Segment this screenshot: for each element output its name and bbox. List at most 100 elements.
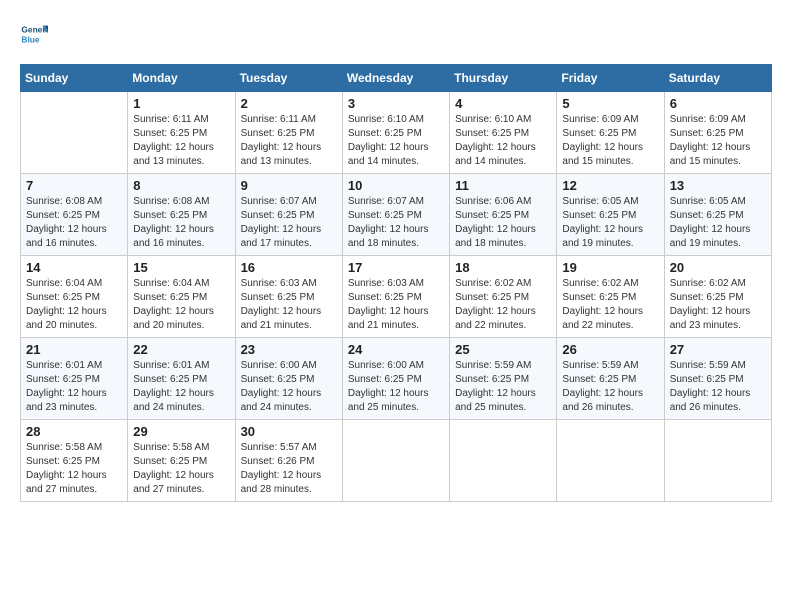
calendar-body: 1 Sunrise: 6:11 AM Sunset: 6:25 PM Daylig… bbox=[21, 92, 772, 502]
calendar-week-row: 7 Sunrise: 6:08 AM Sunset: 6:25 PM Daylig… bbox=[21, 174, 772, 256]
day-number: 13 bbox=[670, 178, 766, 193]
day-number: 6 bbox=[670, 96, 766, 111]
day-number: 14 bbox=[26, 260, 122, 275]
calendar-cell: 13 Sunrise: 6:05 AM Sunset: 6:25 PM Dayli… bbox=[664, 174, 771, 256]
weekday-header-tuesday: Tuesday bbox=[235, 65, 342, 92]
day-info: Sunrise: 6:05 AM Sunset: 6:25 PM Dayligh… bbox=[670, 195, 766, 251]
calendar-cell: 8 Sunrise: 6:08 AM Sunset: 6:25 PM Daylig… bbox=[128, 174, 235, 256]
day-number: 9 bbox=[241, 178, 337, 193]
weekday-header-friday: Friday bbox=[557, 65, 664, 92]
day-info: Sunrise: 6:08 AM Sunset: 6:25 PM Dayligh… bbox=[133, 195, 229, 251]
day-number: 10 bbox=[348, 178, 444, 193]
day-number: 27 bbox=[670, 342, 766, 357]
calendar-cell: 27 Sunrise: 5:59 AM Sunset: 6:25 PM Dayli… bbox=[664, 338, 771, 420]
day-info: Sunrise: 5:59 AM Sunset: 6:25 PM Dayligh… bbox=[670, 359, 766, 415]
day-info: Sunrise: 6:01 AM Sunset: 6:25 PM Dayligh… bbox=[133, 359, 229, 415]
day-info: Sunrise: 6:06 AM Sunset: 6:25 PM Dayligh… bbox=[455, 195, 551, 251]
day-info: Sunrise: 5:59 AM Sunset: 6:25 PM Dayligh… bbox=[562, 359, 658, 415]
calendar-cell: 5 Sunrise: 6:09 AM Sunset: 6:25 PM Daylig… bbox=[557, 92, 664, 174]
day-number: 18 bbox=[455, 260, 551, 275]
weekday-header-saturday: Saturday bbox=[664, 65, 771, 92]
day-number: 20 bbox=[670, 260, 766, 275]
calendar-cell: 6Sunrise: 6:09 AM Sunset: 6:25 PM Daylig… bbox=[664, 92, 771, 174]
weekday-header-sunday: Sunday bbox=[21, 65, 128, 92]
day-number: 21 bbox=[26, 342, 122, 357]
day-number: 28 bbox=[26, 424, 122, 439]
calendar-cell: 19Sunrise: 6:02 AM Sunset: 6:25 PM Dayli… bbox=[557, 256, 664, 338]
calendar-cell: 25 Sunrise: 5:59 AM Sunset: 6:25 PM Dayli… bbox=[450, 338, 557, 420]
calendar-cell: 28 Sunrise: 5:58 AM Sunset: 6:25 PM Dayli… bbox=[21, 420, 128, 502]
day-number: 3 bbox=[348, 96, 444, 111]
day-number: 17 bbox=[348, 260, 444, 275]
day-number: 7 bbox=[26, 178, 122, 193]
calendar-week-row: 21 Sunrise: 6:01 AM Sunset: 6:25 PM Dayli… bbox=[21, 338, 772, 420]
calendar-cell: 16 Sunrise: 6:03 AM Sunset: 6:25 PM Dayli… bbox=[235, 256, 342, 338]
day-number: 15 bbox=[133, 260, 229, 275]
day-info: Sunrise: 6:05 AM Sunset: 6:25 PM Dayligh… bbox=[562, 195, 658, 251]
calendar-cell: 20Sunrise: 6:02 AM Sunset: 6:25 PM Dayli… bbox=[664, 256, 771, 338]
day-info: Sunrise: 6:00 AM Sunset: 6:25 PM Dayligh… bbox=[241, 359, 337, 415]
day-number: 26 bbox=[562, 342, 658, 357]
calendar-cell: 22Sunrise: 6:01 AM Sunset: 6:25 PM Dayli… bbox=[128, 338, 235, 420]
calendar-cell: 18 Sunrise: 6:02 AM Sunset: 6:25 PM Dayli… bbox=[450, 256, 557, 338]
calendar-table: SundayMondayTuesdayWednesdayThursdayFrid… bbox=[20, 64, 772, 502]
calendar-week-row: 14 Sunrise: 6:04 AM Sunset: 6:25 PM Dayli… bbox=[21, 256, 772, 338]
calendar-cell: 2Sunrise: 6:11 AM Sunset: 6:25 PM Daylig… bbox=[235, 92, 342, 174]
calendar-cell: 17 Sunrise: 6:03 AM Sunset: 6:25 PM Dayli… bbox=[342, 256, 449, 338]
calendar-cell bbox=[450, 420, 557, 502]
day-info: Sunrise: 6:00 AM Sunset: 6:25 PM Dayligh… bbox=[348, 359, 444, 415]
day-info: Sunrise: 6:03 AM Sunset: 6:25 PM Dayligh… bbox=[241, 277, 337, 333]
day-number: 8 bbox=[133, 178, 229, 193]
day-number: 4 bbox=[455, 96, 551, 111]
day-number: 25 bbox=[455, 342, 551, 357]
day-info: Sunrise: 5:59 AM Sunset: 6:25 PM Dayligh… bbox=[455, 359, 551, 415]
calendar-cell: 7Sunrise: 6:08 AM Sunset: 6:25 PM Daylig… bbox=[21, 174, 128, 256]
day-info: Sunrise: 6:07 AM Sunset: 6:25 PM Dayligh… bbox=[241, 195, 337, 251]
day-number: 16 bbox=[241, 260, 337, 275]
calendar-cell: 9 Sunrise: 6:07 AM Sunset: 6:25 PM Daylig… bbox=[235, 174, 342, 256]
day-info: Sunrise: 5:58 AM Sunset: 6:25 PM Dayligh… bbox=[26, 441, 122, 497]
day-info: Sunrise: 6:11 AM Sunset: 6:25 PM Dayligh… bbox=[241, 113, 337, 169]
weekday-header-thursday: Thursday bbox=[450, 65, 557, 92]
calendar-cell: 3 Sunrise: 6:10 AM Sunset: 6:25 PM Daylig… bbox=[342, 92, 449, 174]
day-number: 5 bbox=[562, 96, 658, 111]
weekday-header-monday: Monday bbox=[128, 65, 235, 92]
day-number: 29 bbox=[133, 424, 229, 439]
day-info: Sunrise: 6:10 AM Sunset: 6:25 PM Dayligh… bbox=[348, 113, 444, 169]
calendar-week-row: 1 Sunrise: 6:11 AM Sunset: 6:25 PM Daylig… bbox=[21, 92, 772, 174]
weekday-header-wednesday: Wednesday bbox=[342, 65, 449, 92]
calendar-cell: 30Sunrise: 5:57 AM Sunset: 6:26 PM Dayli… bbox=[235, 420, 342, 502]
calendar-cell bbox=[664, 420, 771, 502]
day-info: Sunrise: 6:07 AM Sunset: 6:25 PM Dayligh… bbox=[348, 195, 444, 251]
day-info: Sunrise: 6:04 AM Sunset: 6:25 PM Dayligh… bbox=[133, 277, 229, 333]
day-number: 1 bbox=[133, 96, 229, 111]
day-info: Sunrise: 6:02 AM Sunset: 6:25 PM Dayligh… bbox=[455, 277, 551, 333]
calendar-cell bbox=[342, 420, 449, 502]
day-number: 11 bbox=[455, 178, 551, 193]
day-number: 30 bbox=[241, 424, 337, 439]
weekday-header-row: SundayMondayTuesdayWednesdayThursdayFrid… bbox=[21, 65, 772, 92]
day-number: 24 bbox=[348, 342, 444, 357]
day-info: Sunrise: 6:04 AM Sunset: 6:25 PM Dayligh… bbox=[26, 277, 122, 333]
calendar-cell: 12 Sunrise: 6:05 AM Sunset: 6:25 PM Dayli… bbox=[557, 174, 664, 256]
day-info: Sunrise: 6:01 AM Sunset: 6:25 PM Dayligh… bbox=[26, 359, 122, 415]
day-number: 12 bbox=[562, 178, 658, 193]
calendar-week-row: 28 Sunrise: 5:58 AM Sunset: 6:25 PM Dayli… bbox=[21, 420, 772, 502]
calendar-cell: 10 Sunrise: 6:07 AM Sunset: 6:25 PM Dayli… bbox=[342, 174, 449, 256]
calendar-cell: 4 Sunrise: 6:10 AM Sunset: 6:25 PM Daylig… bbox=[450, 92, 557, 174]
calendar-cell: 26 Sunrise: 5:59 AM Sunset: 6:25 PM Dayli… bbox=[557, 338, 664, 420]
calendar-cell: 24 Sunrise: 6:00 AM Sunset: 6:25 PM Dayli… bbox=[342, 338, 449, 420]
day-number: 23 bbox=[241, 342, 337, 357]
calendar-cell bbox=[557, 420, 664, 502]
day-info: Sunrise: 6:10 AM Sunset: 6:25 PM Dayligh… bbox=[455, 113, 551, 169]
svg-text:Blue: Blue bbox=[21, 34, 39, 44]
day-info: Sunrise: 6:09 AM Sunset: 6:25 PM Dayligh… bbox=[562, 113, 658, 169]
calendar-cell: 1Sunrise: 6:11 AM Sunset: 6:25 PM Daylig… bbox=[128, 92, 235, 174]
page-header: General Blue bbox=[20, 20, 772, 48]
calendar-cell: 15 Sunrise: 6:04 AM Sunset: 6:25 PM Dayli… bbox=[128, 256, 235, 338]
day-info: Sunrise: 6:03 AM Sunset: 6:25 PM Dayligh… bbox=[348, 277, 444, 333]
calendar-cell: 14 Sunrise: 6:04 AM Sunset: 6:25 PM Dayli… bbox=[21, 256, 128, 338]
day-number: 19 bbox=[562, 260, 658, 275]
calendar-cell: 21 Sunrise: 6:01 AM Sunset: 6:25 PM Dayli… bbox=[21, 338, 128, 420]
calendar-cell bbox=[21, 92, 128, 174]
